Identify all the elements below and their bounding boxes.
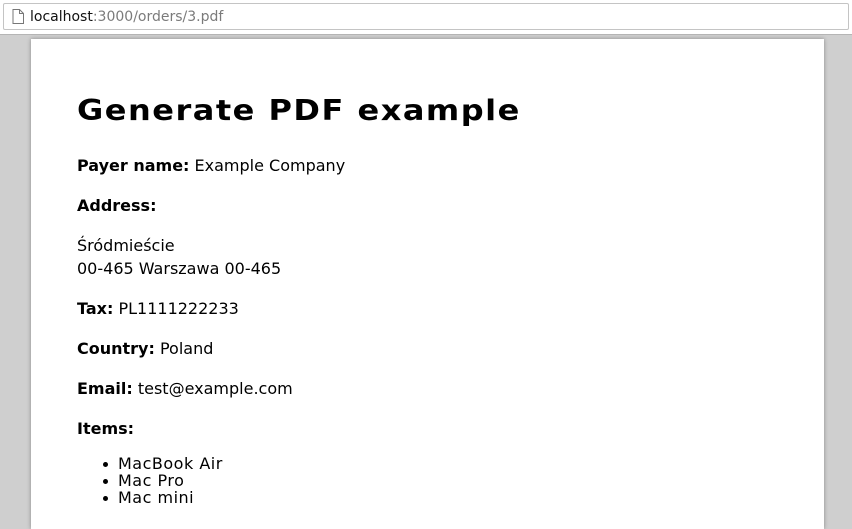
payer-value: Example Company [189, 156, 346, 175]
items-label: Items: [77, 419, 135, 438]
page-icon [12, 9, 24, 24]
bullet-icon [103, 496, 108, 501]
country-value: Poland [154, 339, 214, 358]
item-name: Mac mini [118, 488, 195, 507]
email-label: Email: [77, 379, 133, 398]
country-row: Country: Poland [77, 337, 213, 360]
email-value: test@example.com [132, 379, 293, 398]
address-line-2: 00-465 Warszawa 00-465 [77, 259, 282, 278]
items-row: Items: [77, 417, 134, 440]
bullet-icon [103, 462, 108, 467]
address-bar[interactable]: localhost:3000/orders/3.pdf [3, 3, 849, 30]
tax-row: Tax: PL1111222233 [77, 297, 239, 320]
address-label: Address: [77, 196, 157, 215]
address-line-1: Śródmieście [77, 236, 175, 255]
url-host: localhost [30, 9, 93, 25]
list-item: Mac Pro [77, 472, 223, 489]
document-title: Generate PDF example [77, 93, 521, 128]
bullet-icon [103, 479, 108, 484]
items-list: MacBook Air Mac Pro Mac mini [77, 455, 223, 506]
url-path: :3000/orders/3.pdf [92, 9, 224, 25]
url-text[interactable]: localhost:3000/orders/3.pdf [30, 8, 223, 26]
payer-label: Payer name: [77, 156, 190, 175]
tax-label: Tax: [77, 299, 114, 318]
email-row: Email: test@example.com [77, 377, 293, 400]
payer-row: Payer name: Example Company [77, 154, 345, 177]
tax-value: PL1111222233 [113, 299, 239, 318]
country-label: Country: [77, 339, 155, 358]
address-row: Address: [77, 194, 156, 217]
pdf-page: Generate PDF example Payer name: Example… [31, 39, 824, 529]
pdf-viewer[interactable]: Generate PDF example Payer name: Example… [0, 35, 852, 529]
browser-toolbar: localhost:3000/orders/3.pdf [0, 0, 852, 35]
list-item: Mac mini [77, 489, 223, 506]
list-item: MacBook Air [77, 455, 223, 472]
